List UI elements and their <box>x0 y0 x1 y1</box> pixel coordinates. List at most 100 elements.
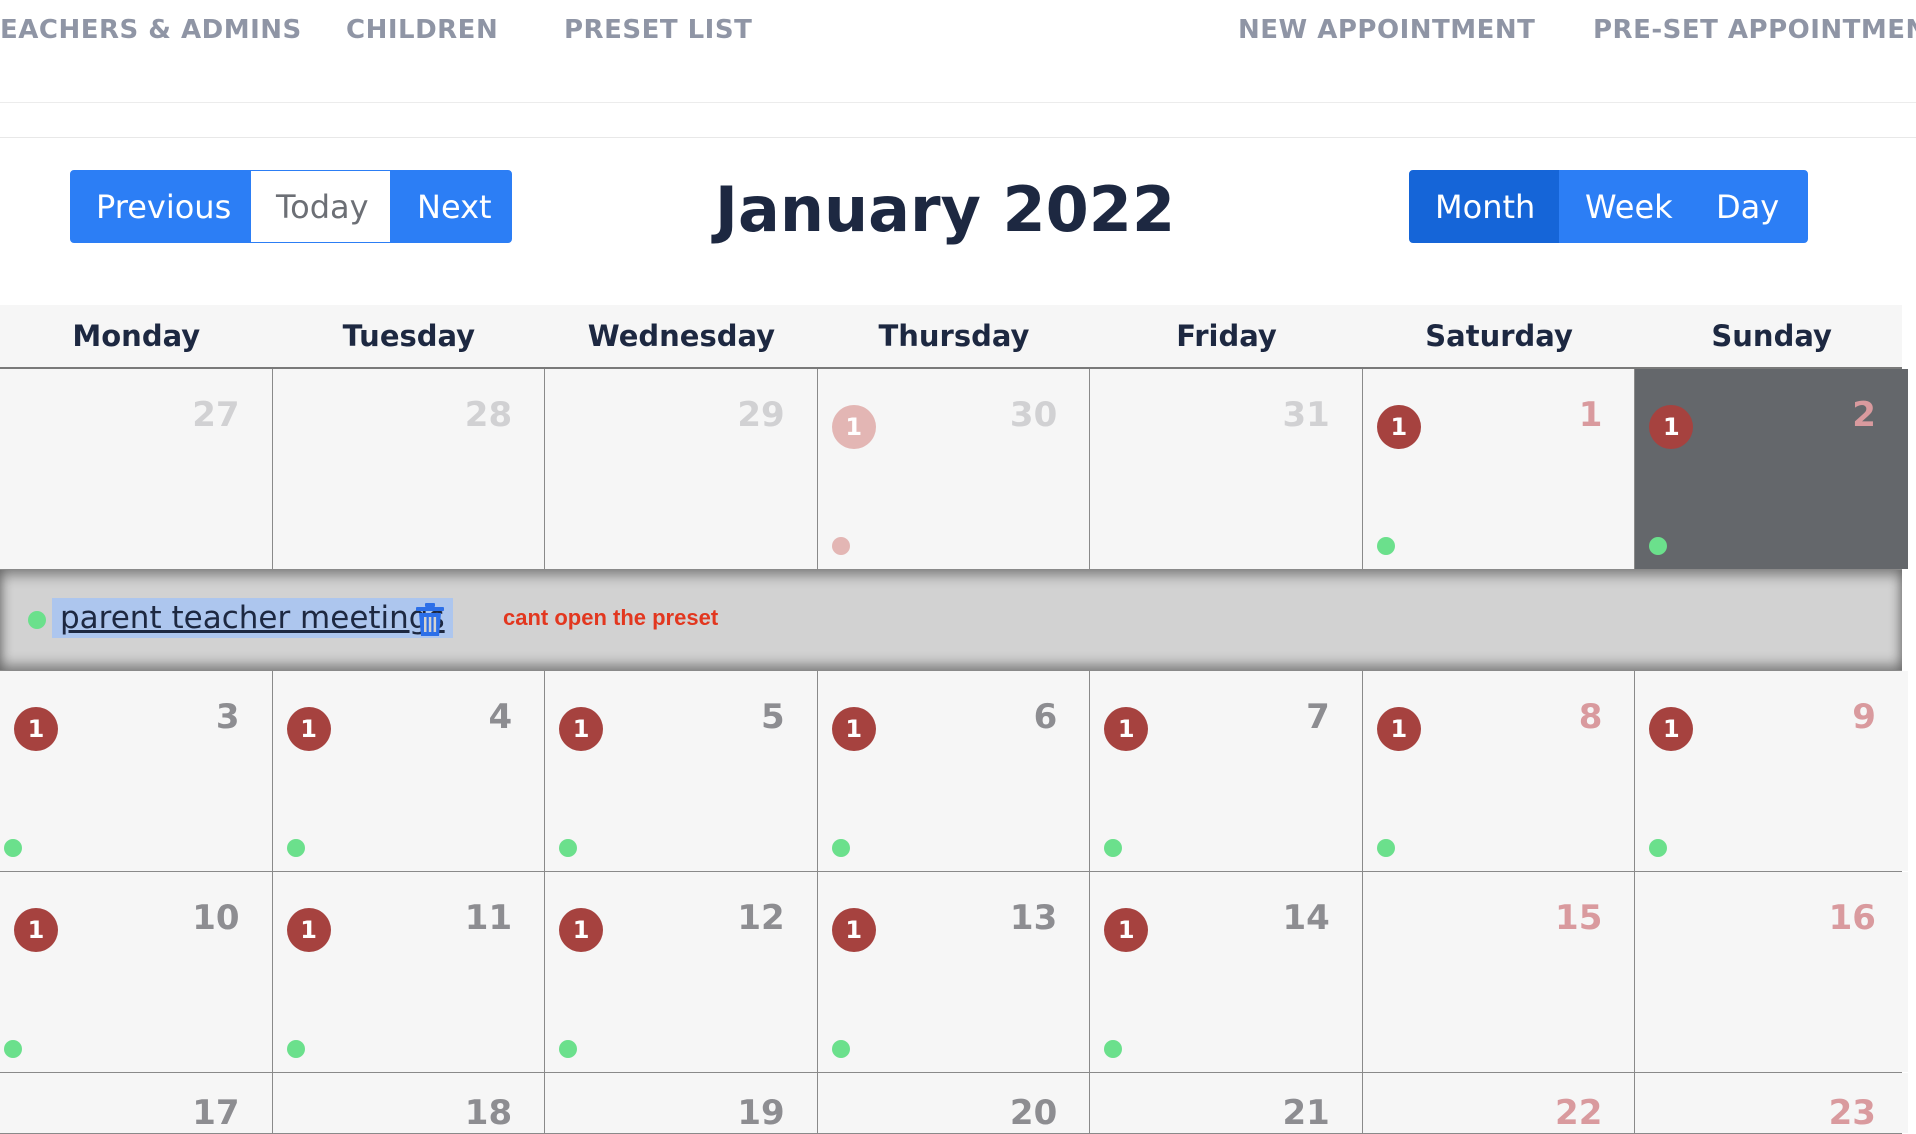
day-cell[interactable]: 1 11 <box>272 872 546 1072</box>
day-cell[interactable]: 1 30 <box>817 369 1091 569</box>
previous-button[interactable]: Previous <box>70 170 250 243</box>
day-number[interactable]: 9 <box>1852 697 1876 737</box>
day-cell[interactable]: 19 <box>545 1073 818 1133</box>
event-count-badge[interactable]: 1 <box>14 707 58 751</box>
event-title-link[interactable]: parent teacher meetings <box>52 598 453 638</box>
day-number[interactable]: 8 <box>1579 697 1603 737</box>
day-cell[interactable]: 21 <box>1090 1073 1363 1133</box>
trash-icon[interactable] <box>415 603 445 637</box>
event-dot <box>1649 839 1668 857</box>
nav-children[interactable]: CHILDREN <box>346 12 498 48</box>
weekday-header-friday: Friday <box>1176 319 1277 353</box>
view-button-group: Month Week Day <box>1409 170 1808 245</box>
day-cell[interactable]: 17 <box>0 1073 273 1133</box>
week-row: 1 10 1 11 1 12 1 13 1 14 15 16 <box>0 872 1908 1073</box>
day-number[interactable]: 6 <box>1034 697 1058 737</box>
event-count-badge[interactable]: 1 <box>559 908 604 952</box>
event-count-badge[interactable]: 1 <box>831 405 876 449</box>
day-cell[interactable]: 29 <box>545 369 818 569</box>
day-number[interactable]: 17 <box>192 1093 239 1133</box>
day-number[interactable]: 20 <box>1010 1093 1057 1133</box>
day-cell[interactable]: 15 <box>1362 872 1636 1072</box>
today-button[interactable]: Today <box>250 170 391 243</box>
weekday-header-tuesday: Tuesday <box>342 319 476 353</box>
day-number[interactable]: 11 <box>465 898 512 938</box>
event-count-badge[interactable]: 1 <box>1649 405 1694 449</box>
day-cell[interactable]: 16 <box>817 671 1091 871</box>
day-cell[interactable]: 12 <box>1635 369 1908 569</box>
calendar-title: January 2022 <box>714 173 1176 246</box>
event-dot <box>28 611 46 629</box>
day-number[interactable]: 18 <box>465 1093 512 1133</box>
event-count-badge[interactable]: 1 <box>559 707 604 751</box>
event-count-badge[interactable]: 1 <box>831 707 876 751</box>
event-count-badge[interactable]: 1 <box>286 908 331 952</box>
day-number[interactable]: 28 <box>465 395 512 435</box>
day-number[interactable]: 3 <box>216 697 240 737</box>
day-number[interactable]: 31 <box>1282 395 1329 435</box>
event-dot <box>1376 839 1395 857</box>
weekday-header-monday: Monday <box>72 319 201 353</box>
day-number[interactable]: 29 <box>737 395 784 435</box>
month-view-button[interactable]: Month <box>1409 170 1559 243</box>
nav-teachers-admins[interactable]: EACHERS & ADMINS <box>0 12 302 48</box>
day-cell[interactable]: 27 <box>0 369 273 569</box>
day-cell[interactable]: 1 13 <box>817 872 1091 1072</box>
day-number[interactable]: 12 <box>737 898 784 938</box>
nav-preset-appointment[interactable]: PRE-SET APPOINTMENT <box>1593 12 1916 48</box>
day-number[interactable]: 1 <box>1579 395 1603 435</box>
week-view-button[interactable]: Week <box>1559 170 1690 243</box>
day-number[interactable]: 27 <box>192 395 239 435</box>
day-cell[interactable]: 1 10 <box>0 872 273 1072</box>
day-cell[interactable]: 14 <box>272 671 546 871</box>
day-cell[interactable]: 1 14 <box>1090 872 1363 1072</box>
day-cell[interactable]: 18 <box>272 1073 546 1133</box>
day-cell[interactable]: 19 <box>1635 671 1908 871</box>
event-count-badge[interactable]: 1 <box>1376 707 1421 751</box>
day-cell[interactable]: 28 <box>272 369 546 569</box>
event-count-badge[interactable]: 1 <box>1104 707 1149 751</box>
event-count-badge[interactable]: 1 <box>1376 405 1421 449</box>
day-number[interactable]: 21 <box>1282 1093 1329 1133</box>
event-dot <box>286 1040 305 1058</box>
event-count-badge[interactable]: 1 <box>14 908 58 952</box>
nav-new-appointment[interactable]: NEW APPOINTMENT <box>1238 12 1535 48</box>
day-cell[interactable]: 20 <box>817 1073 1091 1133</box>
nav-preset-list[interactable]: PRESET LIST <box>564 12 752 48</box>
day-number[interactable]: 19 <box>737 1093 784 1133</box>
day-cell[interactable]: 15 <box>545 671 818 871</box>
event-count-badge[interactable]: 1 <box>831 908 876 952</box>
day-number[interactable]: 10 <box>192 898 239 938</box>
day-number[interactable]: 16 <box>1829 898 1876 938</box>
day-cell[interactable]: 17 <box>1090 671 1363 871</box>
top-nav: EACHERS & ADMINS CHILDREN PRESET LIST NE… <box>0 0 1916 103</box>
day-number[interactable]: 14 <box>1282 898 1329 938</box>
next-button[interactable]: Next <box>391 170 512 243</box>
day-cell[interactable]: 22 <box>1362 1073 1636 1133</box>
day-cell[interactable]: 11 <box>1362 369 1636 569</box>
day-number[interactable]: 30 <box>1010 395 1057 435</box>
weekday-header-sunday: Sunday <box>1711 319 1832 353</box>
day-cell[interactable]: 23 <box>1635 1073 1908 1133</box>
day-number[interactable]: 4 <box>488 697 512 737</box>
day-number[interactable]: 13 <box>1010 898 1057 938</box>
day-cell[interactable]: 13 <box>0 671 273 871</box>
day-number[interactable]: 5 <box>761 697 785 737</box>
event-count-badge[interactable]: 1 <box>286 707 331 751</box>
day-cell[interactable]: 16 <box>1635 872 1908 1072</box>
day-number[interactable]: 22 <box>1555 1093 1602 1133</box>
event-count-badge[interactable]: 1 <box>1649 707 1694 751</box>
event-dot <box>1104 1040 1123 1058</box>
weekday-header-wednesday: Wednesday <box>587 319 776 353</box>
day-number[interactable]: 15 <box>1555 898 1602 938</box>
navigation-button-group: Previous Today Next <box>70 170 512 245</box>
day-number[interactable]: 23 <box>1829 1093 1876 1133</box>
event-dot <box>831 1040 850 1058</box>
day-cell[interactable]: 1 12 <box>545 872 818 1072</box>
day-cell[interactable]: 18 <box>1362 671 1636 871</box>
day-number[interactable]: 2 <box>1852 395 1876 435</box>
day-view-button[interactable]: Day <box>1690 170 1808 243</box>
event-count-badge[interactable]: 1 <box>1104 908 1149 952</box>
day-cell[interactable]: 31 <box>1090 369 1363 569</box>
day-number[interactable]: 7 <box>1306 697 1330 737</box>
